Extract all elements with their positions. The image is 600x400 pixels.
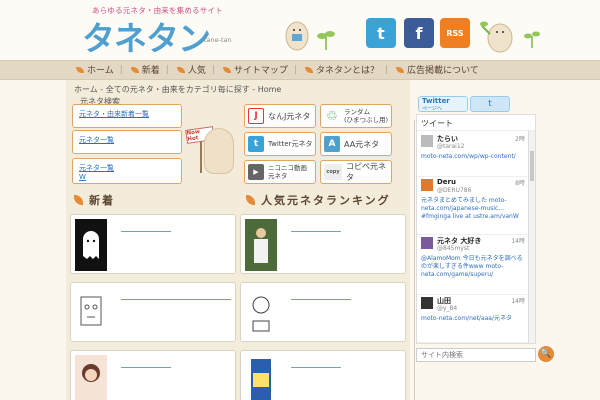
tweet-item[interactable]: Deru @DERU786 8時 元ネタまとめてみました moto-neta.c… bbox=[417, 177, 527, 235]
rss-feed-icon[interactable]: RSS bbox=[440, 18, 470, 48]
avatar bbox=[421, 135, 433, 147]
leaf-icon bbox=[76, 66, 84, 73]
card-title-link[interactable] bbox=[121, 231, 171, 232]
header-sprout-icon bbox=[317, 31, 335, 50]
article-card[interactable] bbox=[240, 214, 406, 274]
manga-thumbnail-icon bbox=[245, 287, 277, 339]
leaf-icon bbox=[246, 195, 255, 205]
nav-about[interactable]: タネタンとは？ bbox=[304, 63, 388, 76]
category-twitter[interactable]: t Twitter元ネタ bbox=[244, 132, 316, 156]
timeline-header: ツイート bbox=[417, 115, 535, 131]
face-sketch-thumbnail-icon bbox=[75, 287, 107, 339]
copy-icon: copy bbox=[324, 164, 342, 180]
category-niconico[interactable]: ▶ ニコニコ動画 元ネタ bbox=[244, 160, 316, 184]
tweet-item[interactable]: たらい @tarai12 2時 moto-neta.com/wp/wp-cont… bbox=[417, 133, 527, 177]
header-sprout-right-icon bbox=[524, 31, 540, 48]
baseball-thumbnail-icon bbox=[245, 219, 277, 271]
anime-thumbnail-icon bbox=[75, 355, 107, 400]
leaf-icon bbox=[222, 66, 231, 73]
column-divider bbox=[414, 120, 415, 400]
header-mascot-left bbox=[285, 21, 309, 51]
global-nav: ホーム 新着 人気 サイトマップ タネタンとは？ 広告掲載について bbox=[0, 60, 600, 80]
scrollbar-thumb[interactable] bbox=[530, 151, 534, 181]
product-thumbnail-icon bbox=[245, 355, 277, 400]
site-logo-sub: tane-tan bbox=[204, 36, 232, 44]
site-header: あらゆる元ネタ・由来を集めるサイト タネタン tane-tan t f RSS bbox=[0, 0, 600, 60]
twitter-follow-button[interactable]: Twitter ページへ bbox=[418, 96, 468, 112]
header-mascot-right bbox=[480, 21, 513, 53]
timeline-scrollbar[interactable] bbox=[528, 131, 535, 343]
category-nanj[interactable]: J なんJ元ネタ bbox=[244, 104, 316, 128]
avatar bbox=[421, 237, 433, 249]
article-card[interactable] bbox=[70, 350, 236, 400]
nav-popular[interactable]: 人気 bbox=[176, 63, 215, 76]
sign-pole bbox=[200, 141, 202, 173]
leaf-icon bbox=[74, 195, 83, 205]
ghost-thumbnail-icon bbox=[75, 219, 107, 271]
article-card[interactable] bbox=[70, 282, 236, 342]
article-card[interactable] bbox=[240, 282, 406, 342]
nav-advertise[interactable]: 広告掲載について bbox=[396, 63, 485, 76]
twitter-bird-icon[interactable]: t bbox=[470, 96, 510, 112]
twitter-icon: t bbox=[248, 136, 264, 152]
site-logo[interactable]: タネタン bbox=[82, 12, 211, 60]
leaf-icon bbox=[130, 66, 139, 73]
card-title-link[interactable] bbox=[291, 367, 341, 368]
leaf-icon bbox=[176, 66, 185, 73]
card-title-link[interactable] bbox=[121, 299, 231, 300]
sidebar-link-list-w[interactable]: 元ネタ一覧 W bbox=[72, 158, 182, 184]
leaf-icon bbox=[304, 66, 313, 73]
main-mascot bbox=[204, 128, 234, 174]
nanj-icon: J bbox=[248, 108, 264, 124]
nav-sitemap[interactable]: サイトマップ bbox=[222, 63, 297, 76]
niconico-tv-icon: ▶ bbox=[248, 164, 264, 180]
avatar bbox=[421, 297, 433, 309]
tweet-item[interactable]: 元ネタ 大好き @845myst 14時 @AlamoMom 今日も元ネタを調べ… bbox=[417, 235, 527, 295]
nav-new[interactable]: 新着 bbox=[130, 63, 169, 76]
leaf-icon bbox=[396, 66, 405, 73]
article-card[interactable] bbox=[70, 214, 236, 274]
tweet-item[interactable]: 山田 @y_84 14時 moto-neta.com/net/aaa/元ネタ bbox=[417, 295, 527, 343]
twitter-link-icon[interactable]: t bbox=[366, 18, 396, 48]
section-title-new: 新着 bbox=[74, 192, 115, 208]
card-title-link[interactable] bbox=[291, 231, 341, 232]
category-copipe[interactable]: copy コピペ元ネタ bbox=[320, 160, 392, 184]
avatar bbox=[421, 179, 433, 191]
sidebar-link-new-list[interactable]: 元ネタ・由来新着一覧 bbox=[72, 104, 182, 128]
aa-icon: A bbox=[324, 136, 340, 152]
card-title-link[interactable] bbox=[291, 299, 351, 300]
recycle-icon: ♲ bbox=[324, 108, 340, 124]
breadcrumb: ホーム - 全ての元ネタ・由来をカテゴリ毎に探す - Home bbox=[74, 85, 282, 94]
article-card[interactable] bbox=[240, 350, 406, 400]
twitter-timeline: ツイート たらい @tarai12 2時 moto-neta.com/wp/wp… bbox=[416, 114, 536, 344]
section-title-popular: 人気元ネタランキング bbox=[246, 192, 391, 208]
nav-home[interactable]: ホーム bbox=[76, 63, 123, 76]
card-title-link[interactable] bbox=[121, 367, 171, 368]
sidebar-link-list[interactable]: 元ネタ一覧 bbox=[72, 130, 182, 154]
facebook-link-icon[interactable]: f bbox=[404, 18, 434, 48]
search-icon[interactable]: 🔍 bbox=[538, 346, 554, 362]
category-aa[interactable]: A AA元ネタ bbox=[320, 132, 392, 156]
site-search-input[interactable] bbox=[416, 348, 536, 362]
category-random[interactable]: ♲ ランダム (ひまつぶし用) bbox=[320, 104, 392, 128]
